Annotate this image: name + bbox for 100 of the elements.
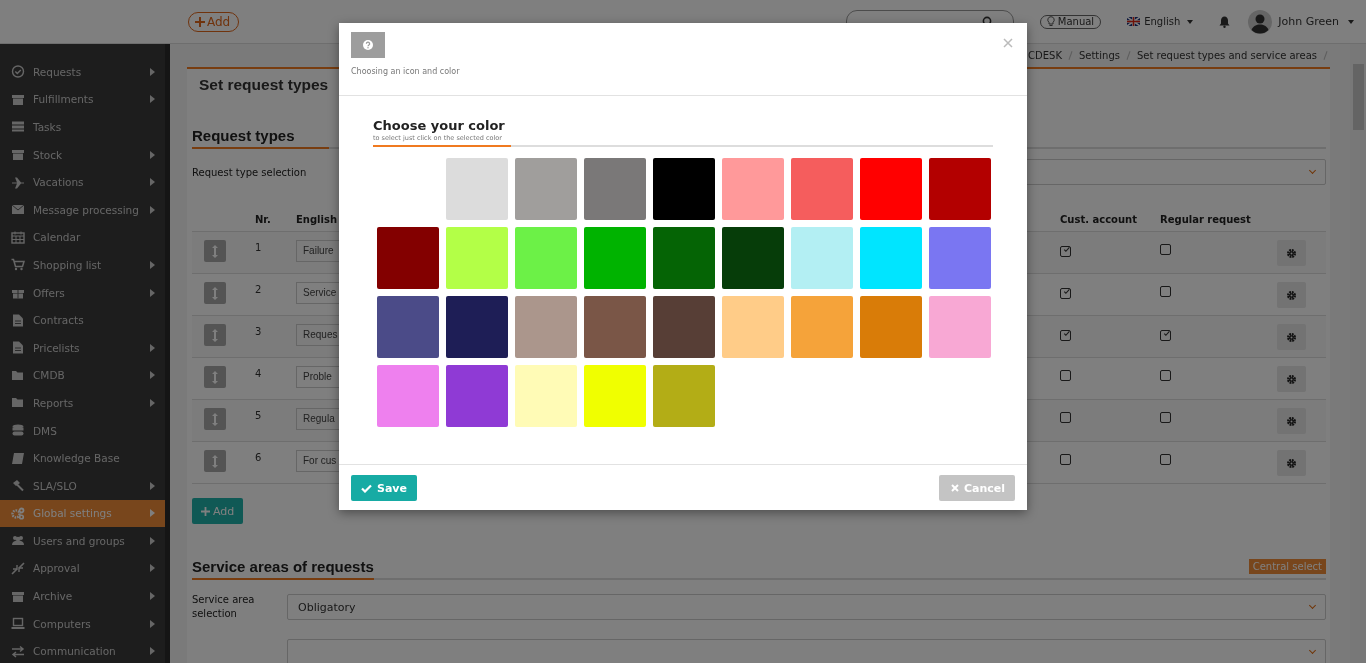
database-icon <box>11 424 25 437</box>
color-swatch[interactable] <box>584 227 646 289</box>
sidebar-item[interactable]: Computers <box>0 609 165 638</box>
close-icon[interactable] <box>1003 38 1013 48</box>
color-swatch[interactable] <box>653 296 715 358</box>
user-menu[interactable]: John Green <box>1248 9 1354 34</box>
submenu-arrow-icon <box>150 178 155 187</box>
sidebar-item[interactable]: CMDB <box>0 361 165 390</box>
select-field[interactable] <box>287 639 1326 663</box>
sidebar-item[interactable]: Users and groups <box>0 527 165 555</box>
sidebar-item[interactable]: Archive <box>0 582 165 610</box>
save-button[interactable]: Save <box>351 475 417 501</box>
color-swatch[interactable] <box>722 296 784 358</box>
color-swatch[interactable] <box>791 158 853 220</box>
checkbox[interactable] <box>1060 454 1071 465</box>
breadcrumb-link[interactable]: Settings <box>1078 50 1120 61</box>
color-swatch[interactable] <box>584 296 646 358</box>
color-swatch[interactable] <box>515 365 577 427</box>
sidebar-item[interactable]: Shopping list <box>0 251 165 279</box>
manual-button[interactable]: Manual <box>1039 14 1102 29</box>
color-swatch[interactable] <box>515 296 577 358</box>
checkbox[interactable] <box>1160 412 1171 423</box>
color-swatch[interactable] <box>860 158 922 220</box>
color-swatch[interactable] <box>791 227 853 289</box>
color-swatch[interactable] <box>584 158 646 220</box>
color-swatch[interactable] <box>653 365 715 427</box>
settings-button[interactable] <box>1277 408 1306 434</box>
color-swatch[interactable] <box>791 296 853 358</box>
sidebar-item[interactable]: Reports <box>0 389 165 417</box>
drag-handle[interactable] <box>204 282 226 304</box>
drag-handle[interactable] <box>204 366 226 388</box>
settings-button[interactable] <box>1277 450 1306 476</box>
drag-handle[interactable] <box>204 324 226 346</box>
folder-icon <box>11 396 25 410</box>
checkbox[interactable] <box>1160 329 1171 341</box>
drag-handle[interactable] <box>204 240 226 262</box>
color-swatch[interactable] <box>446 296 508 358</box>
sidebar-item[interactable]: Fulfillments <box>0 85 165 114</box>
drag-handle[interactable] <box>204 408 226 430</box>
add-button[interactable]: Add <box>188 11 240 32</box>
color-swatch[interactable] <box>653 158 715 220</box>
color-swatch[interactable] <box>929 227 991 289</box>
color-swatch[interactable] <box>377 227 439 289</box>
sidebar-item[interactable]: Offers <box>0 278 165 307</box>
sidebar-item[interactable]: Communication <box>0 637 165 663</box>
checkbox[interactable] <box>1160 370 1171 381</box>
breadcrumb-link[interactable]: CDESK <box>1028 50 1062 61</box>
checkbox[interactable] <box>1160 454 1171 465</box>
language-selector[interactable]: English <box>1127 16 1194 27</box>
sidebar-item[interactable]: Pricelists <box>0 333 165 362</box>
bell-icon[interactable] <box>1219 15 1231 28</box>
checkbox[interactable] <box>1160 286 1171 297</box>
checkbox[interactable] <box>1060 287 1071 299</box>
sidebar-item[interactable]: Stock <box>0 140 165 169</box>
color-swatch[interactable] <box>860 227 922 289</box>
sidebar-item[interactable]: Vacations <box>0 168 165 196</box>
sidebar-item[interactable]: Global settings <box>0 499 165 528</box>
checkbox[interactable] <box>1060 245 1071 257</box>
settings-button[interactable] <box>1277 240 1306 266</box>
color-swatch[interactable] <box>722 158 784 220</box>
settings-button[interactable] <box>1277 282 1306 308</box>
breadcrumb-link[interactable]: Set request types and service areas <box>1136 50 1317 61</box>
color-swatch[interactable] <box>446 227 508 289</box>
sidebar-item[interactable]: SLA/SLO <box>0 471 165 500</box>
color-swatch[interactable] <box>929 296 991 358</box>
color-swatch[interactable] <box>722 227 784 289</box>
help-button[interactable] <box>351 32 385 58</box>
checkbox[interactable] <box>1060 412 1071 423</box>
color-swatch[interactable] <box>653 227 715 289</box>
color-swatch[interactable] <box>446 158 508 220</box>
settings-button[interactable] <box>1277 366 1306 392</box>
color-swatch[interactable] <box>929 158 991 220</box>
sidebar-item[interactable]: Tasks <box>0 113 165 141</box>
sidebar-item[interactable]: Approval <box>0 554 165 583</box>
central-select-badge[interactable]: Central select <box>1248 559 1326 574</box>
checkbox[interactable] <box>1060 329 1071 341</box>
sidebar-item[interactable]: Calendar <box>0 223 165 252</box>
add-button[interactable]: Add <box>192 498 244 524</box>
color-swatch[interactable] <box>377 365 439 427</box>
color-swatch[interactable] <box>446 365 508 427</box>
sidebar-item[interactable]: DMS <box>0 416 165 445</box>
sidebar-item[interactable]: Knowledge Base <box>0 444 165 472</box>
checkbox[interactable] <box>1060 370 1071 381</box>
settings-button[interactable] <box>1277 324 1306 350</box>
box-icon <box>11 92 25 106</box>
sidebar-item[interactable]: Message processing <box>0 195 165 224</box>
sidebar-item[interactable]: Requests <box>0 58 165 86</box>
gavel-icon <box>11 479 25 493</box>
color-swatch[interactable] <box>860 296 922 358</box>
select-field[interactable]: Obligatory <box>287 594 1326 620</box>
color-swatch[interactable] <box>377 296 439 358</box>
drag-handle[interactable] <box>204 450 226 472</box>
color-swatch[interactable] <box>515 227 577 289</box>
scrollbar[interactable] <box>1350 44 1366 663</box>
checkbox[interactable] <box>1160 244 1171 255</box>
color-swatch[interactable] <box>584 365 646 427</box>
cancel-button[interactable]: Cancel <box>938 475 1015 501</box>
color-swatch[interactable] <box>515 158 577 220</box>
up-down-arrow-icon <box>212 244 218 258</box>
sidebar-item[interactable]: Contracts <box>0 306 165 334</box>
